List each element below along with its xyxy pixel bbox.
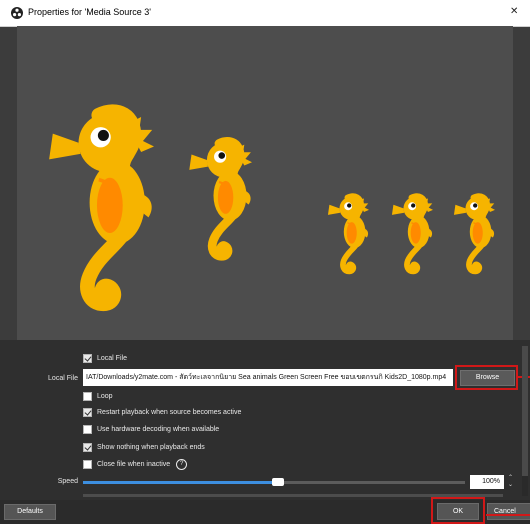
local-file-checkbox[interactable] — [83, 354, 92, 363]
ok-highlight-box — [431, 497, 485, 524]
help-icon[interactable]: ? — [176, 459, 188, 470]
properties-scrollbar[interactable] — [522, 346, 528, 496]
loop-label: Loop — [97, 393, 113, 400]
local-file-label: Local File — [48, 375, 78, 382]
close-file-checkbox[interactable] — [83, 460, 92, 469]
ok-arrow-line — [486, 514, 530, 516]
loop-checkbox-row[interactable]: Loop — [83, 391, 113, 402]
seahorse-4 — [392, 196, 433, 271]
seahorse-5 — [454, 196, 495, 271]
window-title: Properties for 'Media Source 3' — [28, 7, 151, 17]
local-file-checkbox-label: Local File — [97, 355, 127, 362]
show-nothing-checkbox[interactable] — [83, 443, 92, 452]
cancel-button[interactable]: Cancel — [487, 503, 530, 520]
hardware-decoding-row[interactable]: Use hardware decoding when available — [83, 424, 219, 435]
show-nothing-label: Show nothing when playback ends — [97, 444, 205, 451]
seahorse-2 — [189, 141, 252, 256]
spin-up-icon[interactable]: ⌃ — [506, 475, 515, 481]
scrollbar-thumb[interactable] — [522, 346, 528, 476]
seahorse-scene — [17, 26, 513, 340]
show-nothing-row[interactable]: Show nothing when playback ends — [83, 442, 205, 453]
defaults-button[interactable]: Defaults — [4, 504, 56, 520]
restart-playback-checkbox[interactable] — [83, 408, 92, 417]
browse-highlight-box — [455, 365, 518, 390]
local-file-checkbox-row[interactable]: Local File — [83, 353, 127, 364]
spin-down-icon[interactable]: ⌄ — [506, 482, 515, 488]
local-file-path-input[interactable]: IAT/Downloads/y2mate.com - สัตว์ทะเลจากน… — [83, 369, 453, 386]
media-preview — [17, 26, 513, 340]
close-file-label: Close file when inactive — [97, 461, 171, 468]
seahorse-3 — [328, 196, 369, 271]
speed-slider-fill — [83, 481, 278, 484]
speed-slider[interactable] — [83, 478, 465, 486]
restart-playback-label: Restart playback when source becomes act… — [97, 409, 242, 416]
speed-value-input[interactable]: 100% — [470, 475, 504, 489]
properties-panel — [0, 340, 530, 500]
restart-playback-row[interactable]: Restart playback when source becomes act… — [83, 407, 241, 418]
speed-slider-handle[interactable] — [271, 478, 284, 486]
obs-logo-icon — [11, 7, 23, 19]
hardware-decoding-label: Use hardware decoding when available — [97, 426, 220, 433]
speed-label: Speed — [57, 478, 78, 485]
close-icon[interactable]: ✕ — [510, 6, 524, 20]
loop-checkbox[interactable] — [83, 392, 92, 401]
hardware-decoding-checkbox[interactable] — [83, 425, 92, 434]
seahorse-1 — [49, 112, 154, 304]
title-bar: Properties for 'Media Source 3' ✕ — [0, 0, 530, 27]
close-file-row[interactable]: Close file when inactive ? — [83, 459, 188, 470]
